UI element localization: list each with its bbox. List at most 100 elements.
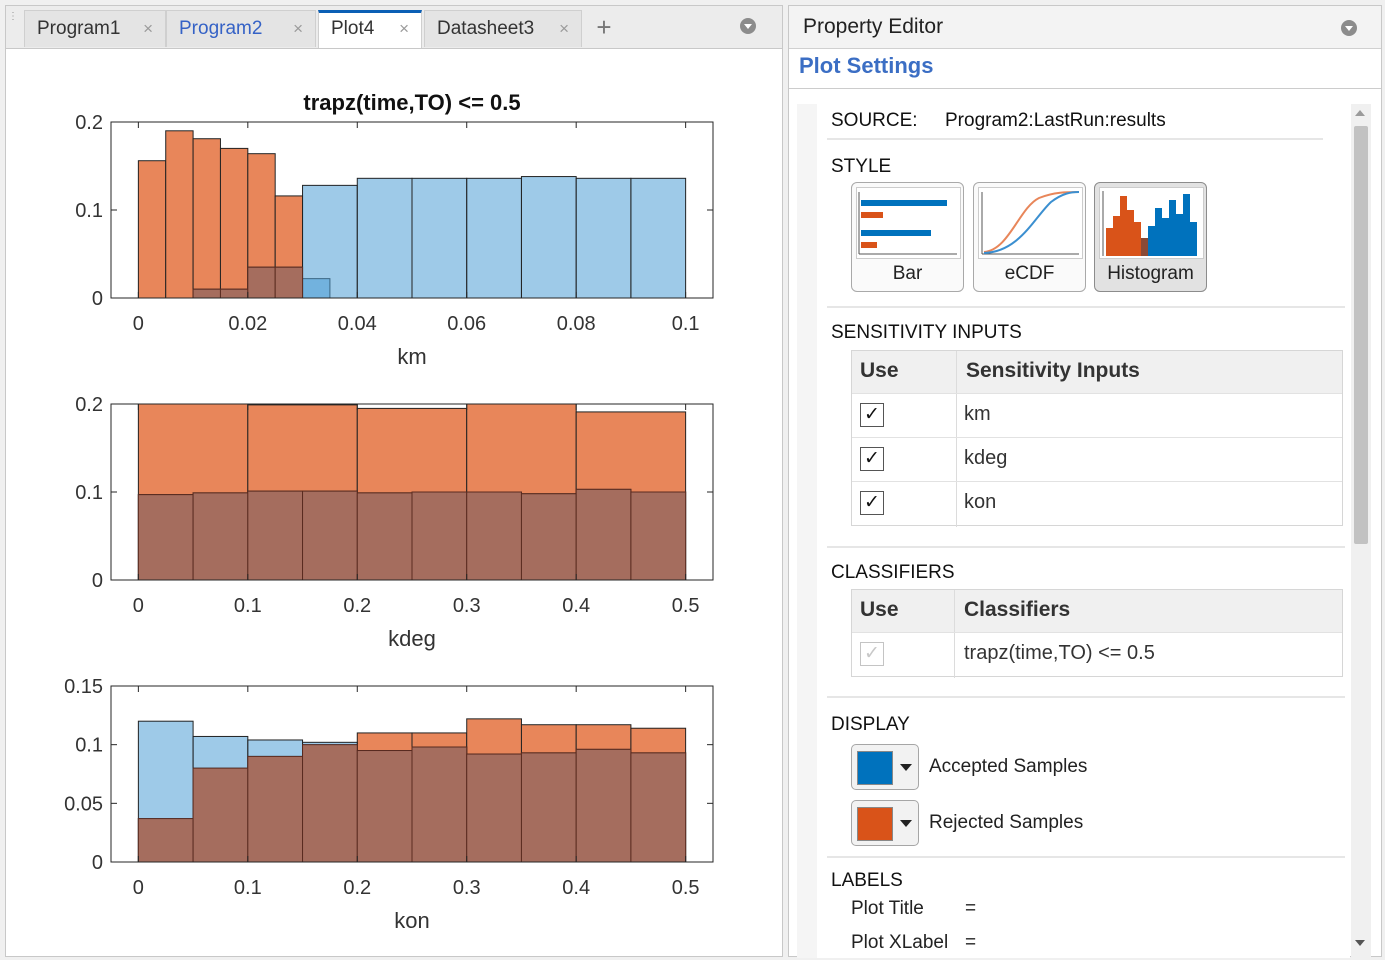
x-tick-label: 0.1 xyxy=(234,595,262,617)
table-row[interactable]: ✓ kon xyxy=(852,481,1342,526)
x-tick-label: 0.02 xyxy=(228,313,267,335)
rejected-histogram-bar xyxy=(137,160,167,299)
x-axis-label: kon xyxy=(394,908,429,933)
style-bar-button[interactable]: Bar xyxy=(851,182,964,292)
accepted-histogram-bar xyxy=(630,177,687,299)
classifier-expression: trapz(time,TO) <= 0.5 xyxy=(964,642,1155,664)
source-value: Program2:LastRun:results xyxy=(945,110,1166,131)
x-tick-label: 0.5 xyxy=(672,595,700,617)
y-tick-label: 0 xyxy=(92,570,103,592)
sensitivity-input-name: km xyxy=(964,403,991,425)
tab-datasheet3[interactable]: Datasheet3 × xyxy=(424,10,582,47)
x-axis-label: km xyxy=(397,344,426,369)
x-tick-label: 0.1 xyxy=(234,877,262,899)
tab-label: Program1 xyxy=(37,18,121,39)
settings-content: SOURCE: Program2:LastRun:results STYLE B… xyxy=(817,104,1350,958)
overlap-histogram-bar xyxy=(137,818,194,863)
x-tick-label: 0 xyxy=(133,595,144,617)
property-editor-title: Property Editor xyxy=(803,15,944,38)
overlap-histogram-bar xyxy=(630,491,687,581)
add-tab-plus-icon[interactable]: + xyxy=(586,10,622,46)
overlap-histogram-bar xyxy=(192,492,249,581)
rejected-histogram-bar xyxy=(219,147,249,299)
style-button-label: eCDF xyxy=(1004,263,1055,284)
x-tick-label: 0.3 xyxy=(453,877,481,899)
overlap-histogram-bar xyxy=(356,750,413,863)
style-button-label: Bar xyxy=(892,263,923,284)
close-icon[interactable]: × xyxy=(399,13,409,45)
close-icon[interactable]: × xyxy=(143,11,153,47)
use-checkbox-km[interactable]: ✓ xyxy=(860,403,884,427)
x-tick-label: 0 xyxy=(133,313,144,335)
tab-program2[interactable]: Program2 × xyxy=(166,10,316,47)
histogram-axes-kdeg: 0 0.1 0.2 0 0.1 0.2 0.3 0.4 0.5 kdeg xyxy=(75,394,714,651)
scrollbar-thumb[interactable] xyxy=(1354,126,1368,544)
table-row[interactable]: ✓ trapz(time,TO) <= 0.5 xyxy=(852,632,1342,677)
dropdown-arrow-icon xyxy=(900,820,912,827)
panel-menu-chevron-icon[interactable] xyxy=(1341,20,1357,36)
accepted-histogram-bar xyxy=(575,177,632,299)
table-row[interactable]: ✓ km xyxy=(852,393,1342,438)
overlap-histogram-bar xyxy=(466,491,522,581)
overlap-histogram-bar xyxy=(520,752,577,863)
y-tick-label: 0.15 xyxy=(64,676,103,698)
vertical-scrollbar[interactable] xyxy=(1351,104,1371,958)
divider xyxy=(827,306,1345,308)
table-row[interactable]: ✓ kdeg xyxy=(852,437,1342,482)
histogram-chart-icon xyxy=(1099,187,1204,259)
overlap-histogram-bar xyxy=(219,288,249,299)
tab-program1[interactable]: Program1 × xyxy=(24,10,166,47)
classifiers-section-title: CLASSIFIERS xyxy=(831,562,955,583)
plot-settings-heading: Plot Settings xyxy=(799,53,934,78)
style-histogram-button[interactable]: Histogram xyxy=(1094,182,1207,292)
y-tick-label: 0.1 xyxy=(75,482,103,504)
style-ecdf-button[interactable]: eCDF xyxy=(973,182,1086,292)
overlap-histogram-bar xyxy=(247,490,304,581)
sensitivity-input-name: kon xyxy=(964,491,997,513)
sensitivity-inputs-table: Use Sensitivity Inputs ✓ km ✓ kdeg ✓ kon xyxy=(851,350,1343,527)
tab-label: Datasheet3 xyxy=(437,18,535,39)
scroll-up-arrow-icon[interactable] xyxy=(1355,110,1365,116)
rejected-samples-color-picker[interactable] xyxy=(851,800,919,846)
histogram-axes-km: 0 0.1 0.2 0 0.02 0.04 0.06 0.08 0.1 km trapz(time,… xyxy=(75,90,714,369)
plot-xlabel-label: Plot XLabel xyxy=(851,932,949,953)
column-header-use: Use xyxy=(860,598,899,621)
plot-title-equals[interactable]: = xyxy=(965,898,976,920)
overlap-histogram-bar xyxy=(411,746,468,863)
tab-label: Program2 xyxy=(179,18,263,39)
rejected-histogram-bar xyxy=(165,130,194,299)
accepted-histogram-bar xyxy=(520,176,577,299)
source-label: SOURCE: xyxy=(831,110,918,131)
sensitivity-input-name: kdeg xyxy=(964,447,1008,469)
accepted-samples-label: Accepted Samples xyxy=(929,756,1088,777)
use-checkbox-kdeg[interactable]: ✓ xyxy=(860,447,884,471)
divider xyxy=(827,696,1345,698)
plot-xlabel-equals[interactable]: = xyxy=(965,932,976,954)
overlap-histogram-bar xyxy=(247,755,304,863)
use-checkbox-kon[interactable]: ✓ xyxy=(860,491,884,515)
close-icon[interactable]: × xyxy=(293,11,303,47)
tab-plot4[interactable]: Plot4 × xyxy=(318,10,422,48)
table-header: Use Classifiers xyxy=(852,590,1342,632)
divider xyxy=(827,856,1345,858)
color-swatch xyxy=(857,807,893,841)
x-tick-label: 0.1 xyxy=(672,313,700,335)
y-tick-label: 0.1 xyxy=(75,735,103,757)
x-tick-label: 0.3 xyxy=(453,595,481,617)
panel-menu-chevron-icon[interactable] xyxy=(740,18,756,34)
scroll-down-arrow-icon[interactable] xyxy=(1355,940,1365,946)
accepted-histogram-bar xyxy=(356,177,413,299)
ecdf-chart-icon xyxy=(978,187,1083,259)
divider xyxy=(789,88,1381,89)
sensitivity-inputs-section-title: SENSITIVITY INPUTS xyxy=(831,322,1022,343)
overlap-histogram-bar xyxy=(192,767,249,863)
x-tick-label: 0.4 xyxy=(562,595,590,617)
close-icon[interactable]: × xyxy=(559,11,569,47)
histogram-figure[interactable]: 0 0.1 0.2 0 0.02 0.04 0.06 0.08 0.1 km trapz(time,… xyxy=(6,48,782,956)
accepted-samples-color-picker[interactable] xyxy=(851,744,919,790)
accepted-histogram-bar xyxy=(466,177,522,299)
table-header: Use Sensitivity Inputs xyxy=(852,351,1342,393)
tab-bar-grip-icon[interactable]: ⋮ xyxy=(8,12,18,38)
property-editor-body: SOURCE: Program2:LastRun:results STYLE B… xyxy=(797,104,1350,958)
property-editor-panel: Property Editor Plot Settings SOURCE: Pr… xyxy=(788,5,1382,958)
